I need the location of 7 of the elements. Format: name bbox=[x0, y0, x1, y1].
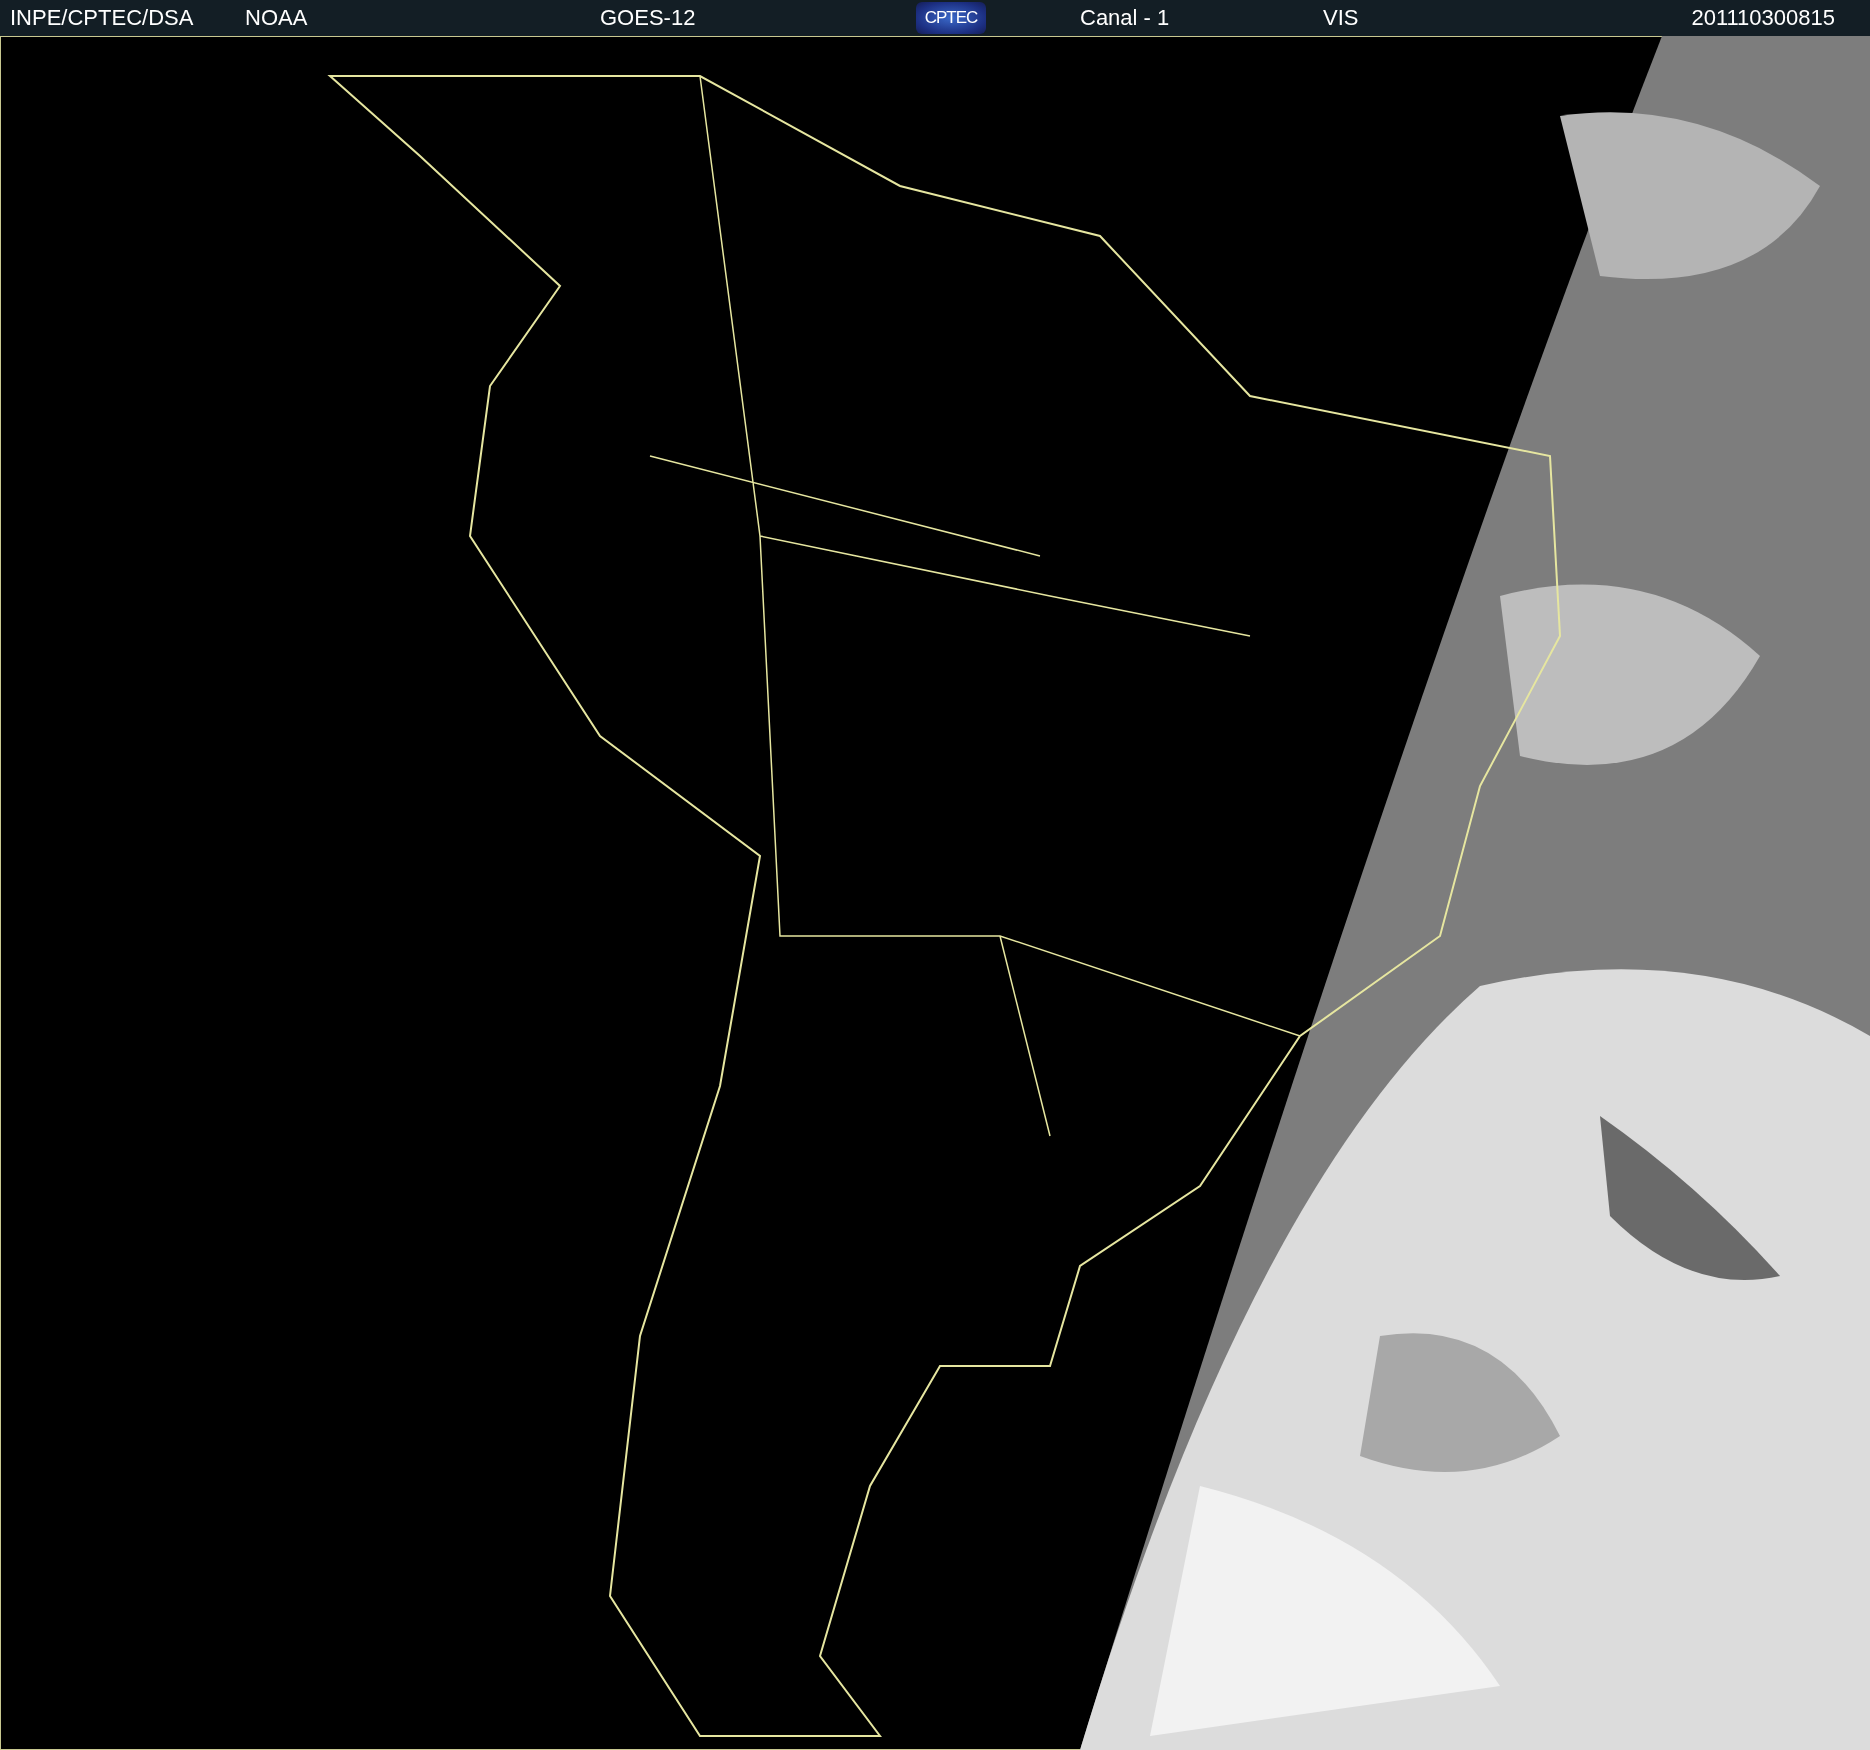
header-label: 201110300815 bbox=[1691, 5, 1835, 31]
header-label: NOAA bbox=[245, 5, 308, 31]
logo: CPTEC bbox=[916, 2, 986, 34]
header-label: VIS bbox=[1323, 5, 1359, 31]
header-label: INPE/CPTEC/DSA bbox=[10, 5, 194, 31]
header-label: GOES-12 bbox=[600, 5, 696, 31]
header-label: Canal - 1 bbox=[1080, 5, 1170, 31]
